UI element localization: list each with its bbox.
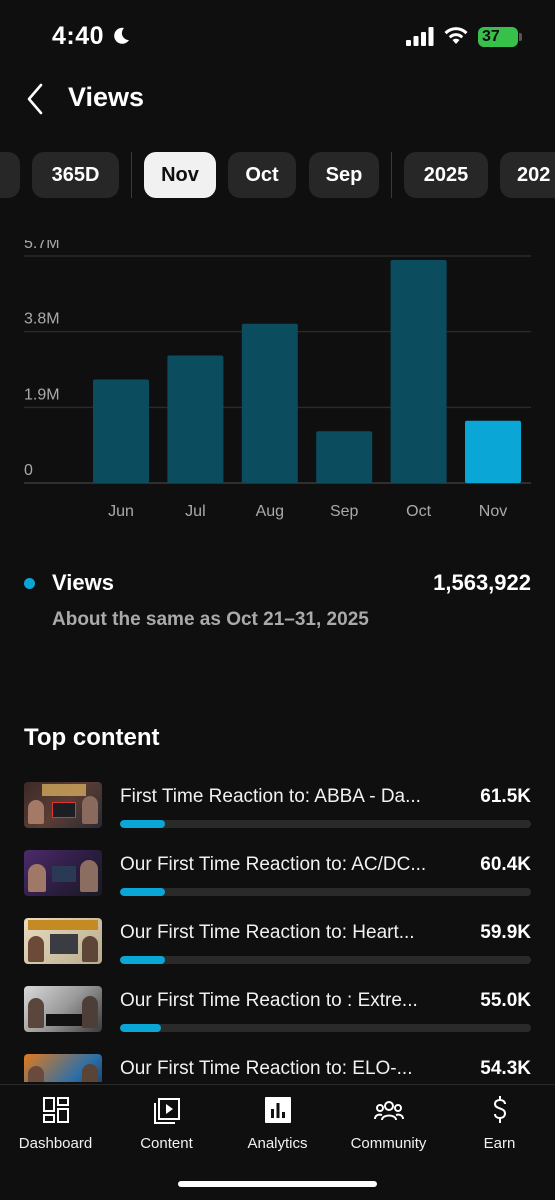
video-thumbnail (24, 850, 102, 896)
status-bar: 4:40 37 (0, 0, 555, 74)
dashboard-icon (42, 1097, 69, 1123)
list-item[interactable]: Our First Time Reaction to: Heart... 59.… (0, 918, 555, 978)
nav-label: Content (140, 1135, 193, 1152)
x-tick-label: Jun (108, 503, 134, 520)
wifi-icon (444, 27, 468, 44)
item-title: Our First Time Reaction to : Extre... (120, 990, 418, 1011)
moon-icon (114, 27, 129, 44)
item-progress-track (120, 1024, 531, 1032)
item-progress-fill (120, 820, 166, 828)
nav-dashboard[interactable]: Dashboard (0, 1095, 111, 1165)
item-progress-track (120, 956, 531, 964)
bar-aug[interactable] (241, 323, 298, 483)
bar-jul[interactable] (167, 355, 224, 483)
item-value: 61.5K (480, 786, 531, 807)
nav-label: Dashboard (18, 1135, 93, 1152)
item-value: 59.9K (480, 922, 531, 943)
chip-oct[interactable]: Oct (228, 152, 296, 198)
y-tick-label: 0 (24, 462, 33, 479)
nav-content[interactable]: Content (111, 1095, 222, 1165)
bar-sep[interactable] (316, 431, 373, 483)
item-progress-fill (120, 888, 166, 896)
nav-label: Earn (483, 1135, 516, 1152)
nav-label: Analytics (247, 1135, 308, 1152)
item-title: Our First Time Reaction to: ELO-... (120, 1058, 413, 1079)
summary-label: Views (52, 570, 114, 595)
summary-value: 1,563,922 (433, 570, 531, 595)
content-icon (153, 1098, 180, 1124)
chart-svg: 0 1.9M 3.8M 5.7M Jun Jul Aug Sep Oct Nov (24, 240, 531, 520)
chip-2025[interactable]: 2025 (404, 152, 488, 198)
x-tick-label: Nov (479, 503, 507, 520)
back-button[interactable] (18, 80, 52, 118)
item-value: 55.0K (480, 990, 531, 1011)
chip-365d[interactable]: 365D (32, 152, 119, 198)
list-item[interactable]: Our First Time Reaction to: ELO-... 54.3… (0, 1054, 555, 1082)
item-progress-fill (120, 956, 166, 964)
nav-analytics[interactable]: Analytics (222, 1095, 333, 1165)
nav-earn[interactable]: Earn (444, 1095, 555, 1165)
page-title: Views (68, 82, 145, 112)
signal-icon (406, 27, 434, 46)
video-thumbnail (24, 986, 102, 1032)
views-bar-chart: 0 1.9M 3.8M 5.7M Jun Jul Aug Sep Oct Nov (0, 240, 555, 530)
top-content-list: First Time Reaction to: ABBA - Da... 61.… (0, 782, 555, 1082)
chip-divider (391, 152, 392, 198)
bar-nov[interactable] (465, 420, 521, 483)
top-content-title: Top content (24, 724, 160, 751)
x-tick-label: Oct (406, 503, 431, 520)
period-chips: 0 365D Nov Oct Sep 2025 202 (0, 152, 555, 198)
video-thumbnail (24, 1054, 102, 1082)
status-time: 4:40 (52, 22, 105, 50)
chip-partial-right[interactable]: 202 (500, 152, 555, 198)
item-progress-track (120, 888, 531, 896)
list-item[interactable]: Our First Time Reaction to: AC/DC... 60.… (0, 850, 555, 910)
item-title: First Time Reaction to: ABBA - Da... (120, 786, 421, 807)
y-tick-label: 5.7M (24, 240, 60, 252)
y-tick-label: 3.8M (24, 311, 60, 328)
nav-label: Community (350, 1135, 427, 1152)
item-progress-track (120, 820, 531, 828)
earn-icon (493, 1096, 506, 1123)
chip-divider (131, 152, 132, 198)
legend-dot (24, 578, 35, 589)
x-tick-label: Sep (330, 503, 359, 520)
list-item[interactable]: Our First Time Reaction to : Extre... 55… (0, 986, 555, 1046)
video-thumbnail (24, 918, 102, 964)
chip-nov[interactable]: Nov (144, 152, 216, 198)
item-title: Our First Time Reaction to: Heart... (120, 922, 415, 943)
bar-jun[interactable] (93, 379, 149, 483)
video-thumbnail (24, 782, 102, 828)
chip-sep[interactable]: Sep (309, 152, 379, 198)
list-item[interactable]: First Time Reaction to: ABBA - Da... 61.… (0, 782, 555, 842)
battery-icon: 37 (478, 27, 522, 47)
item-value: 60.4K (480, 854, 531, 875)
summary-comparison: About the same as Oct 21–31, 2025 (52, 609, 369, 630)
analytics-icon (264, 1097, 291, 1123)
item-title: Our First Time Reaction to: AC/DC... (120, 854, 427, 875)
nav-community[interactable]: Community (333, 1095, 444, 1165)
chip-partial-left[interactable]: 0 (0, 152, 20, 198)
item-value: 54.3K (480, 1058, 531, 1079)
x-tick-label: Aug (256, 503, 284, 520)
x-tick-label: Jul (185, 503, 205, 520)
item-progress-fill (120, 1024, 162, 1032)
community-icon (373, 1101, 404, 1121)
bar-oct[interactable] (390, 259, 447, 483)
home-indicator (178, 1181, 377, 1187)
chevron-left-icon (27, 83, 43, 115)
battery-level: 37 (482, 28, 500, 45)
y-tick-label: 1.9M (24, 386, 60, 403)
